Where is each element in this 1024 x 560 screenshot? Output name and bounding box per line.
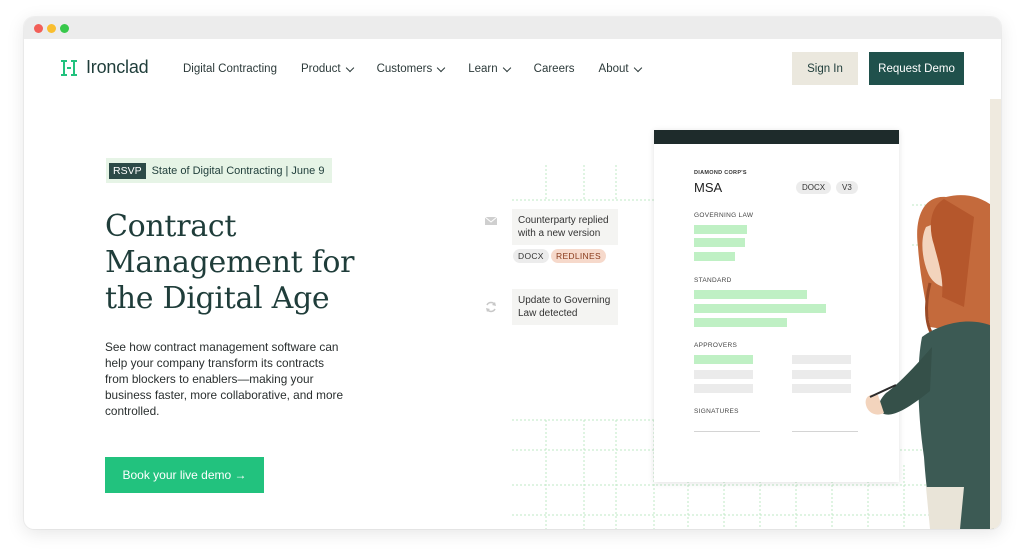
text-placeholder	[694, 238, 745, 247]
nav-item-careers[interactable]: Careers	[534, 63, 575, 75]
nav-item-customers[interactable]: Customers	[376, 63, 446, 75]
nav-item-label: Customers	[376, 63, 433, 75]
text-placeholder	[694, 252, 735, 261]
nav-item-label: Learn	[468, 63, 498, 75]
section-governing-law: GOVERNING LAW	[694, 212, 754, 219]
text-placeholder	[694, 225, 747, 234]
book-demo-button[interactable]: Book your live demo →	[105, 457, 264, 493]
nav-item-product[interactable]: Product	[300, 63, 354, 75]
signature-line	[694, 431, 760, 432]
redlines-chip: REDLINES	[551, 249, 606, 263]
chevron-down-icon	[345, 63, 354, 72]
text-placeholder	[694, 318, 787, 327]
hero-description: See how contract management software can…	[105, 340, 344, 418]
nav-item-about[interactable]: About	[598, 63, 642, 75]
hero-headline: Contract Management for the Digital Age	[105, 209, 355, 316]
sign-in-button[interactable]: Sign In	[792, 52, 858, 85]
approver-placeholder	[694, 384, 753, 393]
nav-item-learn[interactable]: Learn	[468, 63, 511, 75]
docx-chip: DOCX	[513, 249, 549, 263]
section-approvers: APPROVERS	[694, 342, 738, 349]
nav-item-label: Careers	[533, 63, 575, 75]
mail-icon	[484, 216, 498, 225]
text-placeholder	[694, 304, 826, 313]
nav-item-label: Product	[300, 63, 341, 75]
section-standard: STANDARD	[694, 277, 732, 284]
window-titlebar	[24, 17, 1001, 39]
section-signatures: SIGNATURES	[694, 408, 739, 415]
approver-placeholder	[694, 370, 753, 379]
browser-window: Ironclad Digital Contracting Product Cus…	[24, 17, 1001, 529]
document-format-chip: DOCX	[796, 181, 832, 194]
close-window-button[interactable]	[34, 24, 43, 33]
rsvp-tag: RSVP	[109, 162, 146, 179]
approver-placeholder	[694, 355, 753, 364]
ironclad-logo[interactable]: Ironclad	[60, 57, 149, 78]
woman-illustration	[865, 195, 994, 529]
minimize-window-button[interactable]	[47, 24, 56, 33]
chevron-down-icon	[502, 63, 511, 72]
document-header-bar	[654, 130, 899, 144]
page-scroll-edge	[990, 99, 1001, 529]
refresh-icon	[486, 301, 496, 313]
notification-counterparty-reply: Counterparty replied with a new version	[512, 209, 618, 245]
event-banner[interactable]: RSVP State of Digital Contracting | June…	[106, 158, 333, 183]
ironclad-logo-icon	[61, 59, 77, 76]
chevron-down-icon	[436, 63, 446, 72]
text-placeholder	[694, 290, 807, 299]
nav-item-label: Digital Contracting	[183, 63, 277, 75]
maximize-window-button[interactable]	[60, 24, 69, 33]
document-title: MSA	[694, 180, 723, 195]
nav-item-label: About	[598, 63, 629, 75]
notification-governing-law: Update to Governing Law detected	[512, 289, 618, 325]
nav-item-digital-contracting[interactable]: Digital Contracting	[183, 63, 277, 75]
brand-name: Ironclad	[86, 57, 149, 77]
event-banner-text: State of Digital Contracting | June 9	[151, 164, 325, 177]
request-demo-button[interactable]: Request Demo	[869, 52, 964, 85]
document-company: DIAMOND CORP'S	[694, 170, 747, 176]
main-nav: Digital Contracting Product Customers Le…	[183, 63, 642, 75]
chevron-down-icon	[633, 63, 642, 72]
